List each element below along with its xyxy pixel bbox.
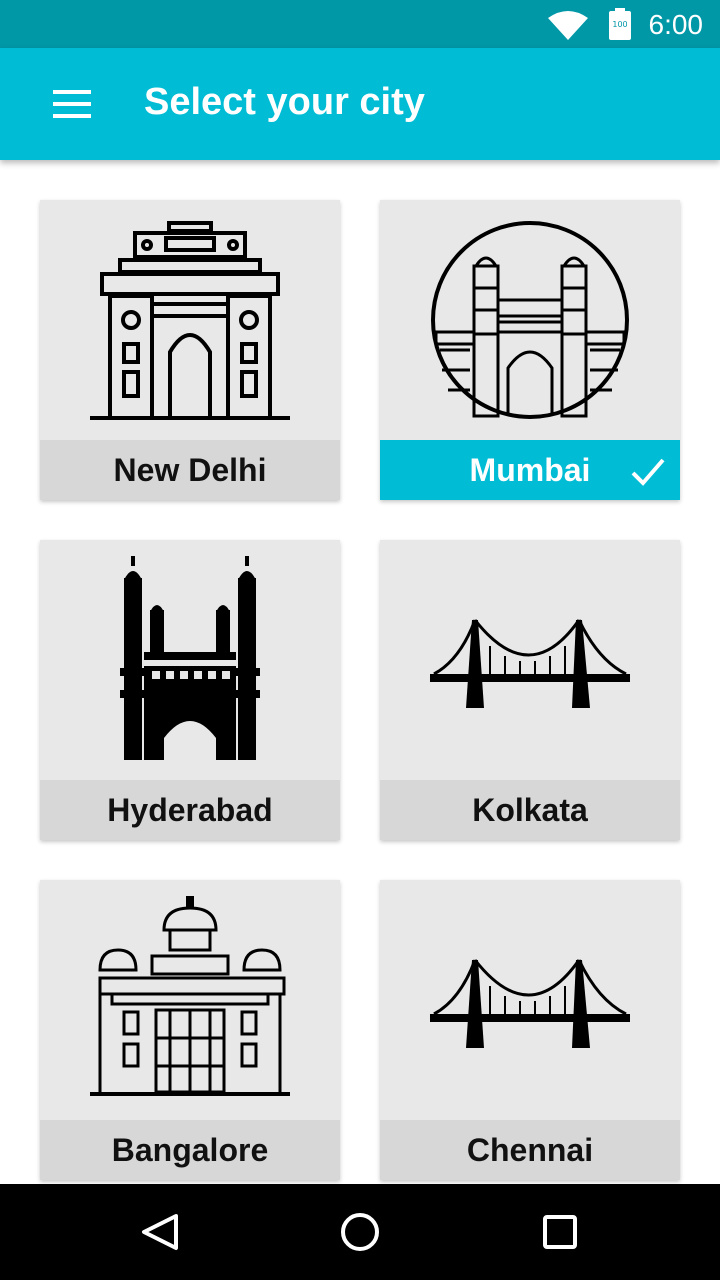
city-label: Bangalore — [40, 1120, 340, 1180]
status-time: 6:00 — [648, 9, 704, 40]
back-icon[interactable] — [136, 1208, 184, 1256]
city-label: Kolkata — [380, 780, 680, 840]
city-card-mumbai[interactable]: Mumbai — [380, 200, 680, 500]
vidhana-soudha-icon — [90, 896, 290, 1096]
battery-level-text: 100 — [612, 20, 627, 29]
check-icon — [631, 458, 665, 486]
city-card-bangalore[interactable]: Bangalore — [40, 880, 340, 1180]
recents-icon[interactable] — [536, 1208, 584, 1256]
city-card-new-delhi[interactable]: New Delhi — [40, 200, 340, 500]
page-title: Select your city — [144, 81, 425, 123]
battery-icon: 100 — [609, 8, 631, 40]
city-card-chennai[interactable]: Chennai — [380, 880, 680, 1180]
wifi-icon — [548, 11, 588, 40]
city-label: New Delhi — [40, 440, 340, 500]
india-gate-icon — [90, 221, 290, 420]
city-card-kolkata[interactable]: Kolkata — [380, 540, 680, 840]
gateway-of-india-icon — [431, 221, 629, 419]
howrah-bridge-icon — [430, 619, 630, 708]
charminar-icon — [120, 556, 260, 760]
city-label: Chennai — [380, 1120, 680, 1180]
home-icon[interactable] — [336, 1208, 384, 1256]
city-label: Hyderabad — [40, 780, 340, 840]
app-bar: Select your city — [0, 48, 720, 160]
status-bar: 100 6:00 — [0, 0, 720, 48]
bridge-icon — [430, 959, 630, 1048]
navigation-bar — [0, 1184, 720, 1280]
city-card-hyderabad[interactable]: Hyderabad — [40, 540, 340, 840]
menu-icon[interactable] — [38, 76, 106, 132]
city-grid: New Delhi Mumbai Hyderabad Kolkata Banga… — [0, 160, 720, 1184]
